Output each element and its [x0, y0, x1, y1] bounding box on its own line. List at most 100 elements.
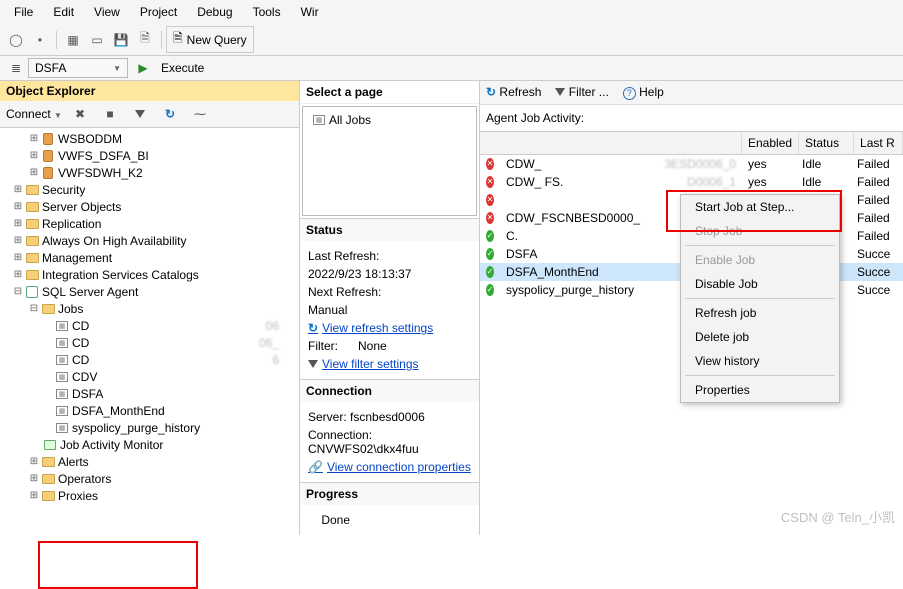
view-filter-settings-link[interactable]: View filter settings — [308, 357, 419, 371]
filter-icon — [308, 357, 318, 371]
execute-button[interactable]: Execute — [155, 59, 210, 77]
col-status[interactable]: Status — [799, 132, 854, 154]
refresh-icon[interactable]: ↻ — [161, 105, 179, 123]
menu-view[interactable]: View — [84, 2, 130, 22]
refresh-icon: ↻ — [308, 321, 318, 335]
page-all-jobs[interactable]: ▦All Jobs — [307, 111, 472, 128]
menu-window[interactable]: Wir — [291, 2, 329, 22]
new-icon[interactable]: ▦ — [64, 31, 82, 49]
filter-button[interactable]: Filter ... — [555, 85, 608, 99]
next-refresh-label: Next Refresh: — [308, 285, 471, 299]
tree-node-replication[interactable]: ⊞Replication — [0, 215, 299, 232]
col-name[interactable] — [480, 132, 742, 154]
menu-tools[interactable]: Tools — [243, 2, 291, 22]
tree-node-db[interactable]: ⊞VWFSDWH_K2 — [0, 164, 299, 181]
last-refresh-value: 2022/9/23 18:13:37 — [308, 267, 471, 281]
new-query-label: New Query — [187, 33, 247, 47]
save-all-icon[interactable]: 🗎 — [136, 31, 154, 49]
tree-node-proxies[interactable]: ⊞Proxies — [0, 487, 299, 504]
database-combo[interactable]: DSFA ▼ — [28, 58, 128, 78]
ctx-start-job[interactable]: Start Job at Step... — [681, 195, 839, 219]
cell-last-run: Failed — [851, 192, 903, 208]
tree-node-security[interactable]: ⊞Security — [0, 181, 299, 198]
status-icon: ✕ — [480, 175, 500, 189]
menu-edit[interactable]: Edit — [43, 2, 84, 22]
refresh-button[interactable]: ↻ Refresh — [486, 85, 541, 99]
status-icon: ✓ — [480, 247, 500, 261]
view-connection-properties-link[interactable]: 🔗View connection properties — [308, 460, 471, 474]
tree-node-management[interactable]: ⊞Management — [0, 249, 299, 266]
status-icon: ✓ — [480, 265, 500, 279]
view-refresh-settings-link[interactable]: ↻View refresh settings — [308, 321, 433, 335]
cell-enabled: yes — [742, 156, 796, 172]
ctx-view-history[interactable]: View history — [681, 349, 839, 373]
col-enabled[interactable]: Enabled — [742, 132, 799, 154]
refresh-icon: ↻ — [486, 85, 496, 99]
connect-button[interactable]: Connect ▼ — [6, 107, 62, 121]
open-icon[interactable]: ▭ — [88, 31, 106, 49]
separator — [685, 245, 835, 246]
nav-fwd-icon[interactable]: • — [31, 31, 49, 49]
tree-node-server-objects[interactable]: ⊞Server Objects — [0, 198, 299, 215]
tree-node-job[interactable]: ▦CDV — [0, 368, 299, 385]
activity-label: Agent Job Activity: — [480, 105, 903, 131]
next-refresh-value: Manual — [308, 303, 471, 317]
execute-icon[interactable]: ▶ — [134, 59, 152, 77]
disconnect-icon[interactable]: ✖ — [71, 105, 89, 123]
cell-last-run: Succe — [851, 282, 903, 298]
separator — [685, 375, 835, 376]
server-label: Server: fscnbesd0006 — [308, 410, 471, 424]
last-refresh-label: Last Refresh: — [308, 249, 471, 263]
tree-node-job[interactable]: ▦CD06_ — [0, 334, 299, 351]
ctx-disable-job[interactable]: Disable Job — [681, 272, 839, 296]
database-combo-value: DSFA — [35, 61, 66, 75]
nav-back-icon[interactable]: ◯ — [7, 31, 25, 49]
ctx-refresh-job[interactable]: Refresh job — [681, 301, 839, 325]
stop-icon[interactable]: ■ — [101, 105, 119, 123]
tree-node-jobs[interactable]: ⊟Jobs — [0, 300, 299, 317]
query-toolbar: ≣ DSFA ▼ ▶ Execute — [0, 56, 903, 81]
cell-last-run: Succe — [851, 246, 903, 262]
object-explorer-tree: ⊞WSBODDM ⊞VWFS_DSFA_BI ⊞VWFSDWH_K2 ⊞Secu… — [0, 128, 299, 535]
tree-node-sql-agent[interactable]: ⊟SQL Server Agent — [0, 283, 299, 300]
cell-name: CDW_ FS.D0006_1 — [500, 174, 742, 190]
col-last-run[interactable]: Last R — [854, 132, 903, 154]
menu-debug[interactable]: Debug — [187, 2, 242, 22]
cell-status: Idle — [796, 174, 851, 190]
watermark: CSDN @ Teln_小凯 — [781, 507, 895, 526]
status-icon: ✓ — [480, 229, 500, 243]
grid-row[interactable]: ✕CDW_ FS.D0006_1yesIdleFailed — [480, 173, 903, 191]
job-context-menu: Start Job at Step... Stop Job Enable Job… — [680, 194, 840, 403]
tree-node-alwayson[interactable]: ⊞Always On High Availability — [0, 232, 299, 249]
ctx-delete-job[interactable]: Delete job — [681, 325, 839, 349]
new-query-icon: 🗎 — [173, 29, 183, 50]
activity-icon[interactable]: ⁓ — [191, 105, 209, 123]
new-query-button[interactable]: 🗎 New Query — [166, 26, 254, 53]
chevron-down-icon: ▼ — [113, 64, 121, 73]
tree-node-job[interactable]: ▦syspolicy_purge_history — [0, 419, 299, 436]
ctx-properties[interactable]: Properties — [681, 378, 839, 402]
tree-node-db[interactable]: ⊞WSBODDM — [0, 130, 299, 147]
menu-project[interactable]: Project — [130, 2, 187, 22]
tree-node-isc[interactable]: ⊞Integration Services Catalogs — [0, 266, 299, 283]
page-list[interactable]: ▦All Jobs — [302, 106, 477, 216]
tree-node-job[interactable]: ▦DSFA_MonthEnd — [0, 402, 299, 419]
separator — [56, 31, 57, 49]
menu-file[interactable]: File — [4, 2, 43, 22]
filter-icon[interactable] — [131, 105, 149, 123]
help-button[interactable]: ? Help — [623, 85, 664, 100]
tree-node-job[interactable]: ▦CD6 — [0, 351, 299, 368]
tree-node-operators[interactable]: ⊞Operators — [0, 470, 299, 487]
tree-node-job-activity-monitor[interactable]: Job Activity Monitor — [0, 436, 299, 453]
tree-node-alerts[interactable]: ⊞Alerts — [0, 453, 299, 470]
grid-row[interactable]: ✕CDW_3ESD0006_0yesIdleFailed — [480, 155, 903, 173]
tree-node-job[interactable]: ▦CD06 — [0, 317, 299, 334]
grid-header: Enabled Status Last R — [480, 131, 903, 155]
db-icon: ≣ — [7, 59, 25, 77]
tree-node-db[interactable]: ⊞VWFS_DSFA_BI — [0, 147, 299, 164]
filter-row: Filter: None — [308, 339, 471, 353]
tree-node-job[interactable]: ▦DSFA — [0, 385, 299, 402]
save-icon[interactable]: 💾 — [112, 31, 130, 49]
activity-toolbar: ↻ Refresh Filter ... ? Help — [480, 81, 903, 105]
progress-status: Done — [308, 513, 471, 527]
